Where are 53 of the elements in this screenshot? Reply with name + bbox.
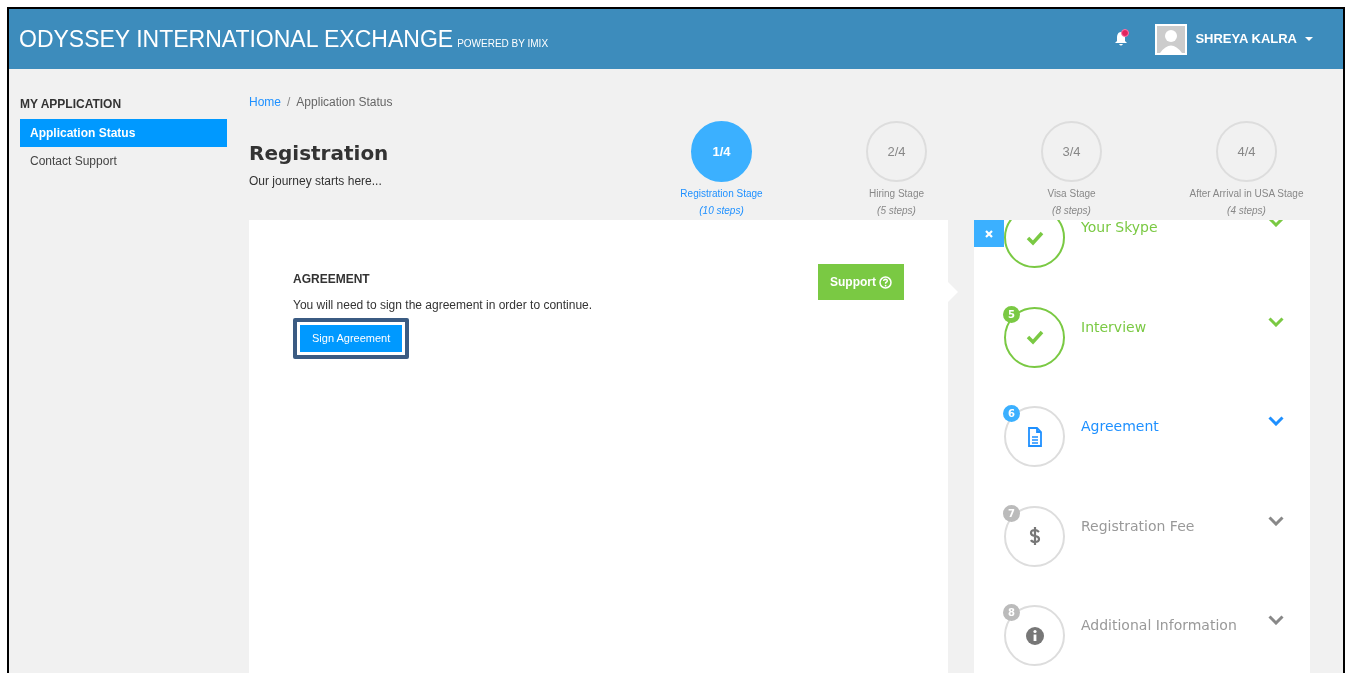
section-heading: AGREEMENT <box>293 271 370 288</box>
user-name: SHREYA KALRA <box>1195 30 1297 49</box>
step-number: 6 <box>1003 405 1020 422</box>
step-number: 5 <box>1003 305 1020 323</box>
chevron-down-icon[interactable] <box>1268 316 1284 327</box>
breadcrumb-current: Application Status <box>296 94 393 111</box>
step-label[interactable]: Additional Information <box>1081 615 1268 636</box>
step-label[interactable]: Interview <box>1081 316 1268 338</box>
avatar-icon <box>1155 23 1188 55</box>
step-number: 7 <box>1003 504 1020 522</box>
sidebar-item[interactable]: Contact Support <box>20 147 227 175</box>
app-subtitle: POWERED BY IMIX <box>457 37 549 51</box>
stage-step-count: (8 steps) <box>1051 204 1092 218</box>
step-label[interactable]: Your Skype <box>1081 220 1268 238</box>
stage-step-count: (5 steps) <box>876 204 917 218</box>
chevron-down-icon[interactable] <box>1268 615 1284 625</box>
sidebar-heading: MY APPLICATION <box>20 96 123 113</box>
stage-label: After Arrival in USA Stage <box>1188 187 1305 201</box>
chevron-down-icon[interactable] <box>1268 220 1284 227</box>
user-menu[interactable]: SHREYA KALRA <box>1155 23 1313 55</box>
stage-step-count: (4 steps) <box>1226 204 1267 218</box>
stage-label: Registration Stage <box>679 187 764 201</box>
step-circle[interactable] <box>1004 220 1065 268</box>
step-circle[interactable]: 5 <box>1004 306 1065 368</box>
stage-circle[interactable]: 1/4 <box>691 121 752 182</box>
stage-label: Visa Stage <box>1046 187 1097 201</box>
help-icon <box>879 275 892 289</box>
stage-circle[interactable]: 2/4 <box>866 121 927 182</box>
chevron-down-icon[interactable] <box>1268 416 1284 426</box>
support-button[interactable]: Support <box>818 264 904 300</box>
step-number: 8 <box>1003 604 1020 621</box>
stage-step-count: (10 steps) <box>698 204 745 218</box>
instruction-text: You will need to sign the agreement in order to continue. <box>293 297 594 314</box>
close-icon <box>985 229 993 238</box>
app-title: ODYSSEY INTERNATIONAL EXCHANGE <box>19 24 454 54</box>
close-button[interactable] <box>974 220 1004 247</box>
step-circle[interactable]: 7 <box>1004 505 1065 567</box>
step-circle[interactable]: 8 <box>1004 605 1065 666</box>
caret-icon <box>1305 36 1313 42</box>
page-title: Registration <box>249 140 390 167</box>
info-icon <box>1024 625 1045 646</box>
stage-label: Hiring Stage <box>868 187 925 201</box>
step-label[interactable]: Registration Fee <box>1081 515 1268 537</box>
sign-agreement-button[interactable]: Sign Agreement <box>300 325 403 352</box>
breadcrumb-link[interactable]: Home <box>249 93 281 111</box>
chevron-down-icon[interactable] <box>1268 515 1284 526</box>
breadcrumb-separator: / <box>287 94 291 111</box>
sidebar-item[interactable]: Application Status <box>20 119 227 147</box>
stage-circle[interactable]: 3/4 <box>1041 121 1102 182</box>
step-label[interactable]: Agreement <box>1081 416 1268 437</box>
step-circle[interactable]: 6 <box>1004 406 1065 467</box>
page-subtitle: Our journey starts here... <box>249 173 383 190</box>
stage-circle[interactable]: 4/4 <box>1216 121 1277 182</box>
